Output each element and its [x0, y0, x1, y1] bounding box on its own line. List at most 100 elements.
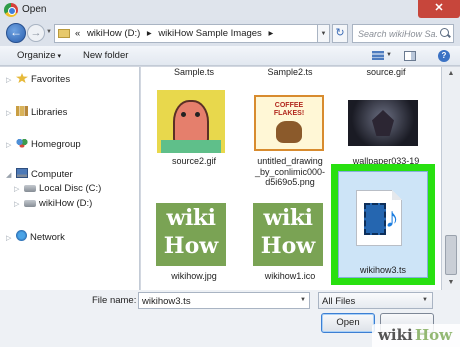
file-name: wikihow.jpg [171, 271, 217, 281]
expand-arrow-icon[interactable]: ▷ [14, 185, 24, 193]
file-type-value: All Files [322, 296, 356, 307]
file-name-line: d5i69o5.png [265, 177, 315, 187]
organize-button[interactable]: Organize [17, 50, 61, 61]
sidebar-item-label: Homegroup [31, 139, 81, 150]
command-toolbar: Organize New folder ▼ ? [0, 46, 460, 66]
wiki-logo-text: wiki [263, 205, 313, 231]
breadcrumb-separator[interactable]: ▸ [147, 28, 152, 39]
how-logo-text: How [260, 233, 316, 259]
sidebar-item-homegroup[interactable]: ▷ Homegroup [6, 138, 81, 150]
preview-pane-icon[interactable] [404, 51, 416, 61]
sidebar-item-label: Computer [31, 169, 73, 180]
watermark-how-text: How [415, 326, 453, 344]
sidebar-item-label: Libraries [31, 107, 68, 118]
file-item[interactable]: Sample.ts [146, 67, 242, 78]
disk-icon [24, 185, 36, 192]
expand-arrow-icon[interactable]: ▷ [6, 76, 16, 84]
scroll-down-arrow-icon[interactable]: ▼ [442, 276, 460, 290]
wikihow1-ico-thumbnail[interactable]: wiki How [253, 203, 323, 266]
recent-locations-chevron-down-icon[interactable]: ▼ [46, 29, 52, 35]
breadcrumb: « wikiHow (D:) ▸ wikiHow Sample Images ▸ [75, 28, 277, 39]
sidebar-item-network[interactable]: ▷ Network [6, 230, 65, 243]
sidebar-item-label: Favorites [31, 74, 71, 85]
file-item[interactable]: untitled_drawing _by_conlimic000- d5i69o… [242, 156, 338, 188]
file-name: source.gif [366, 67, 406, 77]
search-input[interactable]: Search wikiHow Sa... [352, 24, 454, 43]
views-chevron-down-icon[interactable]: ▼ [386, 52, 392, 58]
new-folder-button[interactable]: New folder [83, 50, 128, 61]
sidebar-item-libraries[interactable]: ▷ Libraries [6, 106, 67, 118]
computer-icon [16, 168, 28, 178]
expand-arrow-icon[interactable]: ▷ [14, 200, 24, 208]
help-icon[interactable]: ? [438, 50, 450, 62]
sidebar-item-label: Local Disc (C:) [39, 183, 102, 194]
file-item[interactable]: Sample2.ts [242, 67, 338, 78]
file-name-field[interactable]: wikihow3.ts ▼ [138, 292, 310, 309]
file-type-select[interactable]: All Files ▼ [318, 292, 433, 309]
change-view-icon[interactable] [372, 51, 384, 60]
chevron-down-icon[interactable]: ▼ [422, 297, 428, 303]
expand-arrow-icon[interactable]: ▷ [6, 141, 16, 149]
scroll-up-arrow-icon[interactable]: ▲ [442, 67, 460, 81]
close-button[interactable]: ✕ [418, 0, 460, 18]
sidebar-item-local-disc[interactable]: ▷ Local Disc (C:) [14, 183, 101, 194]
folder-icon [58, 29, 70, 38]
address-bar[interactable]: « wikiHow (D:) ▸ wikiHow Sample Images ▸ [54, 24, 318, 43]
source2-thumbnail[interactable] [157, 90, 225, 153]
sidebar-item-favorites[interactable]: ▷ Favorites [6, 73, 70, 85]
sidebar-item-label: Network [30, 232, 65, 243]
wikihow-watermark: wiki How [372, 324, 460, 347]
coffee-flakes-label: COFFEE FLAKES! [273, 102, 305, 117]
breadcrumb-item-folder[interactable]: wikiHow Sample Images [158, 28, 261, 39]
wallpaper-thumbnail[interactable] [348, 100, 418, 146]
file-item[interactable]: source2.gif [146, 156, 242, 167]
search-placeholder: Search wikiHow Sa... [358, 29, 438, 39]
how-logo-text: How [163, 233, 219, 259]
file-name-line: untitled_drawing [257, 156, 323, 166]
selection-highlight-box [331, 164, 435, 285]
breadcrumb-separator[interactable]: ▸ [268, 28, 273, 39]
ground-shape [161, 140, 221, 153]
address-dropdown-chevron-down-icon[interactable]: ▼ [318, 24, 330, 43]
title-bar: Open ✕ [0, 0, 460, 20]
file-name-label: File name: [92, 295, 137, 306]
warrior-figure-icon [372, 110, 394, 136]
refresh-button[interactable]: ↻ [332, 24, 348, 43]
file-name: Sample.ts [173, 67, 215, 77]
breadcrumb-item-drive[interactable]: wikiHow (D:) [87, 28, 140, 39]
vertical-scrollbar[interactable]: ▲ ▼ [441, 67, 460, 290]
wiki-logo-text: wiki [166, 205, 216, 231]
breadcrumb-overflow[interactable]: « [75, 28, 80, 39]
expand-arrow-icon[interactable]: ▷ [6, 109, 16, 117]
file-item[interactable]: wikihow1.ico [242, 271, 338, 282]
file-item[interactable]: wikihow.jpg [146, 271, 242, 282]
file-name: Sample2.ts [267, 67, 313, 77]
navigation-bar: ← → ▼ « wikiHow (D:) ▸ wikiHow Sample Im… [0, 20, 460, 46]
file-name: wikihow1.ico [264, 271, 316, 281]
expand-arrow-icon[interactable]: ▷ [6, 234, 16, 242]
scrollbar-thumb[interactable] [445, 235, 457, 275]
navigation-pane: ▷ Favorites ▷ Libraries ▷ Homegroup ◢ Comput… [0, 67, 140, 290]
back-button[interactable]: ← [6, 23, 26, 43]
open-button[interactable]: Open [321, 313, 375, 333]
sidebar-item-wikihow-drive[interactable]: ▷ wikiHow (D:) [14, 198, 92, 209]
wikihow-jpg-thumbnail[interactable]: wiki How [156, 203, 226, 266]
search-icon[interactable] [440, 28, 449, 37]
watermark-wiki-text: wiki [378, 326, 413, 344]
untitled-drawing-thumbnail[interactable]: COFFEE FLAKES! [254, 95, 324, 151]
file-name-value: wikihow3.ts [142, 296, 191, 307]
eye-icon [195, 112, 200, 117]
homegroup-icon [16, 138, 28, 148]
forward-button[interactable]: → [27, 24, 45, 42]
collapse-arrow-icon[interactable]: ◢ [6, 171, 16, 179]
chevron-down-icon[interactable]: ▼ [300, 297, 306, 303]
window-title: Open [22, 4, 47, 15]
library-icon [16, 106, 28, 116]
file-name: source2.gif [171, 156, 217, 166]
disk-icon [24, 200, 36, 207]
sidebar-item-label: wikiHow (D:) [39, 198, 93, 209]
file-item[interactable]: source.gif [338, 67, 434, 78]
file-name-line: _by_conlimic000- [254, 166, 326, 177]
sidebar-item-computer[interactable]: ◢ Computer [6, 168, 73, 180]
cup-icon [276, 121, 302, 143]
